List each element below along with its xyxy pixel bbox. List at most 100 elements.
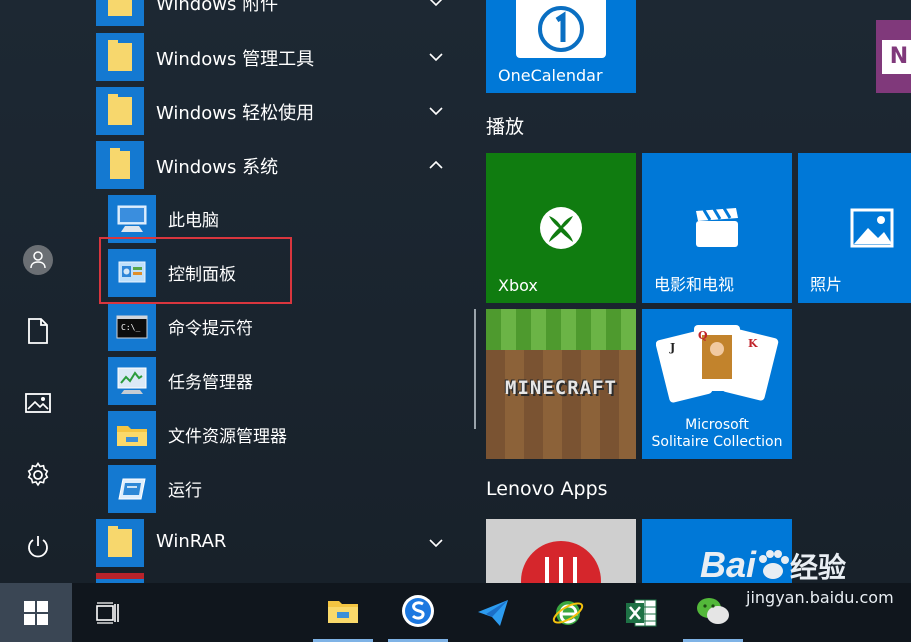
tile-lenovo-app-1[interactable]: [486, 519, 636, 583]
run-icon: [108, 465, 156, 513]
browser-icon: [552, 600, 584, 625]
taskbar-browser[interactable]: [538, 583, 598, 642]
next-app-icon-partial: [96, 573, 144, 583]
settings-button[interactable]: [14, 451, 62, 499]
start-left-rail: [0, 0, 76, 583]
tile-label: 电影和电视: [654, 275, 735, 294]
excel-icon: [626, 599, 657, 626]
windows-logo-icon: [24, 600, 48, 625]
watermark-brand: Bai: [700, 544, 757, 585]
wechat-icon: [697, 598, 729, 624]
svg-text:J: J: [669, 341, 675, 354]
solitaire-label-line1: Microsoft: [685, 417, 749, 433]
baidu-jingyan-watermark: Bai 经验 jingyan.baidu.com: [700, 544, 894, 607]
chevron-down-icon: [429, 0, 443, 7]
task-view-icon: [96, 601, 119, 624]
taskbar-feishu[interactable]: [463, 583, 523, 642]
user-avatar-icon: [23, 245, 53, 275]
app-label: 运行: [168, 481, 202, 501]
group-label: Windows 管理工具: [156, 49, 315, 70]
folder-icon: [96, 519, 144, 567]
start-button[interactable]: [0, 583, 72, 642]
cmd-icon: C:\_: [108, 303, 156, 351]
paper-plane-icon: [478, 599, 508, 626]
tile-photos[interactable]: 照片: [798, 153, 911, 303]
watermark-url: jingyan.baidu.com: [746, 588, 894, 607]
app-task-manager[interactable]: 任务管理器: [76, 354, 466, 408]
tile-solitaire[interactable]: Q K J Microsoft Solitaire Collection: [642, 309, 792, 459]
group-label: Windows 附件: [156, 0, 279, 15]
group-windows-system[interactable]: Windows 系统: [76, 141, 466, 195]
group-label: WinRAR: [156, 531, 227, 552]
app-run[interactable]: 运行: [76, 462, 466, 516]
tile-label: 照片: [810, 275, 843, 294]
svg-text:K: K: [748, 337, 758, 350]
power-icon: [28, 536, 48, 558]
file-explorer-icon: [328, 601, 358, 623]
tile-label: Xbox: [498, 276, 538, 295]
minecraft-logo: MINECRAFT: [505, 377, 617, 399]
taskbar-sogou[interactable]: [388, 583, 448, 642]
pictures-button[interactable]: [14, 379, 62, 427]
explorer-icon: [108, 411, 156, 459]
tile-minecraft[interactable]: MINECRAFT: [486, 309, 636, 459]
svg-text:Q: Q: [698, 329, 708, 342]
tile-movies-tv[interactable]: 电影和电视: [642, 153, 792, 303]
folder-icon: [96, 87, 144, 135]
chevron-down-icon: [429, 107, 443, 116]
app-label: 文件资源管理器: [168, 427, 287, 447]
documents-button[interactable]: [14, 307, 62, 355]
group-windows-admin-tools[interactable]: Windows 管理工具: [76, 33, 466, 87]
playing-cards-icon: Q K J: [656, 325, 779, 403]
power-button[interactable]: [14, 523, 62, 571]
user-account-button[interactable]: [14, 236, 62, 284]
tile-group-header-play[interactable]: 播放: [486, 112, 524, 139]
sogou-icon: [402, 595, 434, 627]
solitaire-label: Microsoft Solitaire Collection: [642, 417, 792, 451]
clapperboard-icon: [696, 207, 738, 247]
group-label: Windows 轻松使用: [156, 103, 315, 124]
group-windows-accessories[interactable]: Windows 附件: [76, 0, 466, 32]
taskbar-excel[interactable]: [611, 583, 671, 642]
chevron-up-icon: [429, 160, 443, 169]
tile-xbox[interactable]: Xbox: [486, 153, 636, 303]
gear-icon: [27, 462, 49, 487]
chevron-down-icon: [429, 539, 443, 548]
app-label: 此电脑: [168, 211, 219, 231]
app-command-prompt[interactable]: C:\_ 命令提示符: [76, 300, 466, 354]
app-file-explorer[interactable]: 文件资源管理器: [76, 408, 466, 462]
calendar-icon: [516, 0, 606, 58]
task-manager-icon: [108, 357, 156, 405]
taskbar-wechat[interactable]: [683, 583, 743, 642]
document-icon: [28, 318, 48, 344]
start-menu: Windows 附件 Windows 管理工具 Windows 轻松使用 Win…: [0, 0, 911, 583]
grass-block: [486, 309, 636, 350]
folder-icon: [96, 0, 144, 26]
solitaire-label-line2: Solitaire Collection: [651, 434, 783, 450]
folder-open-icon: [96, 141, 144, 189]
app-label: 命令提示符: [168, 319, 253, 339]
watermark-brand-cn: 经验: [790, 551, 847, 584]
onenote-icon: N: [882, 40, 911, 74]
group-winrar[interactable]: WinRAR: [76, 519, 466, 573]
tile-onenote[interactable]: N: [876, 20, 911, 93]
xbox-icon: [540, 207, 582, 249]
paw-icon: [759, 550, 790, 579]
picture-icon: [25, 393, 51, 413]
computer-icon: [108, 195, 156, 243]
highlight-box: [99, 237, 292, 304]
photo-icon: [850, 208, 894, 248]
chevron-down-icon: [429, 53, 443, 62]
group-windows-ease-of-access[interactable]: Windows 轻松使用: [76, 87, 466, 141]
scrollbar[interactable]: [474, 309, 476, 429]
lenovo-app-icon: [521, 541, 601, 583]
taskbar-file-explorer[interactable]: [313, 583, 373, 642]
tile-label: OneCalendar: [498, 66, 603, 85]
folder-icon: [96, 33, 144, 81]
tile-onecalendar[interactable]: OneCalendar: [486, 0, 636, 93]
svg-text:C:\_: C:\_: [121, 323, 140, 332]
group-label: Windows 系统: [156, 157, 279, 178]
task-view-button[interactable]: [78, 583, 138, 642]
app-label: 任务管理器: [168, 373, 253, 393]
tile-group-header-lenovo[interactable]: Lenovo Apps: [486, 478, 608, 500]
